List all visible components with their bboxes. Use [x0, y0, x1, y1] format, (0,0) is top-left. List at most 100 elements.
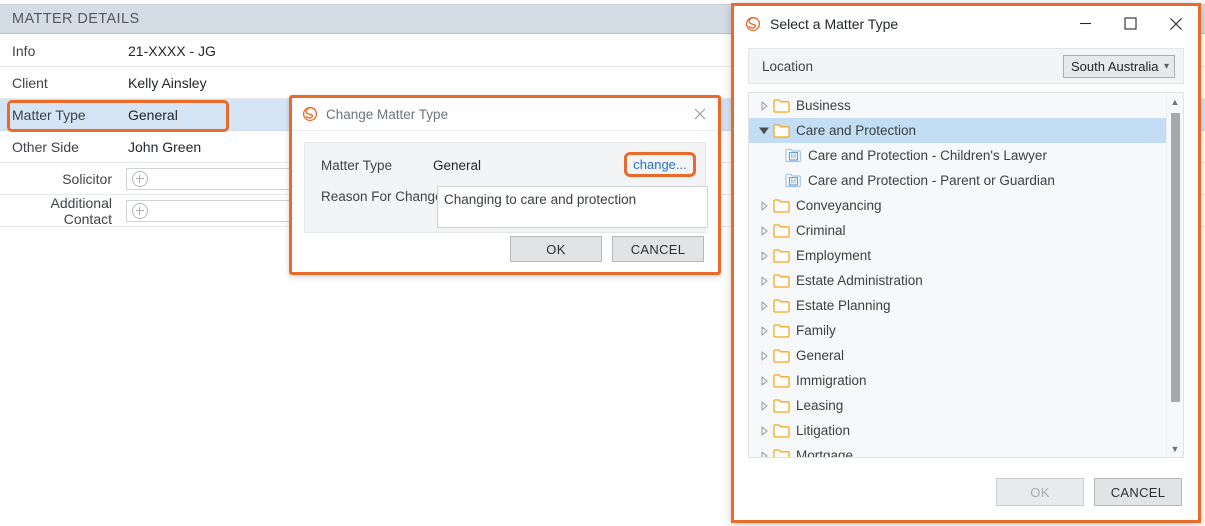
folder-icon [773, 223, 793, 238]
location-select[interactable]: South Australia ▾ [1063, 54, 1175, 78]
tree-item-label: General [796, 348, 845, 363]
tree-item-label: Care and Protection - Parent or Guardian [808, 173, 1055, 188]
folder-icon [773, 298, 793, 313]
tree-item-litigation[interactable]: Litigation [749, 418, 1167, 443]
tree-item-care-and-protection-children-s-lawyer[interactable]: M Care and Protection - Children's Lawyer [749, 143, 1167, 168]
matter-type-label: Matter Type [321, 158, 393, 173]
tree-item-estate-administration[interactable]: Estate Administration [749, 268, 1167, 293]
chevron-right-icon[interactable] [755, 200, 773, 211]
chevron-right-icon[interactable] [755, 250, 773, 261]
page-title: MATTER DETAILS [12, 11, 140, 27]
reason-for-change-label: Reason For Change [321, 189, 443, 204]
dialog-body: Matter Type General change... Reason For… [304, 142, 708, 233]
smokeball-swirl-icon [745, 16, 761, 32]
folder-icon [773, 198, 793, 213]
row-label: Other Side [12, 138, 79, 155]
tree-item-immigration[interactable]: Immigration [749, 368, 1167, 393]
location-selected-value: South Australia [1071, 58, 1159, 74]
chevron-down-icon: ▾ [1163, 60, 1169, 72]
chevron-right-icon[interactable] [755, 375, 773, 386]
chevron-right-icon[interactable] [755, 100, 773, 111]
cancel-button[interactable]: CANCEL [1094, 478, 1182, 506]
tree-item-label: Criminal [796, 223, 846, 238]
reason-for-change-input[interactable]: Changing to care and protection [437, 186, 708, 228]
folder-icon [773, 323, 793, 338]
svg-text:M: M [791, 179, 796, 185]
scroll-up-icon[interactable]: ▲ [1167, 93, 1183, 110]
cancel-button-label: CANCEL [630, 241, 686, 257]
tree-item-label: Estate Planning [796, 298, 891, 313]
tree-scroll-region: Business Care and Protection M Care and Pro… [749, 93, 1167, 457]
matter-type-tree: Business Care and Protection M Care and Pro… [748, 92, 1184, 458]
tree-item-conveyancing[interactable]: Conveyancing [749, 193, 1167, 218]
chevron-right-icon[interactable] [755, 350, 773, 361]
matter-type-icon: M [785, 173, 805, 188]
svg-text:M: M [791, 154, 796, 160]
matter-type-icon: M [785, 148, 805, 163]
row-label: Info [12, 42, 36, 59]
plus-circle-icon[interactable] [132, 170, 148, 187]
chevron-right-icon[interactable] [755, 325, 773, 336]
close-icon[interactable] [1153, 7, 1198, 40]
chevron-right-icon[interactable] [755, 400, 773, 411]
dialog-footer: OK CANCEL [292, 236, 718, 262]
row-label: Client [12, 74, 48, 91]
folder-icon [773, 98, 793, 113]
tree-item-label: Business [796, 98, 851, 113]
close-icon[interactable] [688, 103, 712, 125]
plus-circle-icon[interactable] [132, 202, 148, 219]
maximize-icon[interactable] [1108, 7, 1153, 40]
tree-item-label: Care and Protection - Children's Lawyer [808, 148, 1047, 163]
tree-item-mortgage[interactable]: Mortgage [749, 443, 1167, 457]
tree-item-employment[interactable]: Employment [749, 243, 1167, 268]
tree-item-label: Family [796, 323, 836, 338]
tree-item-label: Leasing [796, 398, 844, 413]
tree-item-label: Estate Administration [796, 273, 923, 288]
tree-item-label: Mortgage [796, 448, 854, 457]
tree-item-care-and-protection-parent-or-guardian[interactable]: M Care and Protection - Parent or Guardia… [749, 168, 1167, 193]
row-value: John Green [128, 138, 202, 155]
folder-icon [773, 273, 793, 288]
ok-button-label: OK [1030, 484, 1050, 500]
tree-item-general[interactable]: General [749, 343, 1167, 368]
select-matter-type-window: Select a Matter Type Location South Aust… [731, 3, 1201, 523]
tree-item-estate-planning[interactable]: Estate Planning [749, 293, 1167, 318]
tree-item-label: Employment [796, 248, 872, 263]
tree-item-family[interactable]: Family [749, 318, 1167, 343]
tree-item-criminal[interactable]: Criminal [749, 218, 1167, 243]
folder-icon [773, 123, 793, 138]
smokeball-swirl-icon [302, 106, 318, 122]
matter-type-value: General [433, 158, 482, 173]
folder-icon [773, 348, 793, 363]
window-title-bar[interactable]: Select a Matter Type [734, 6, 1198, 41]
cancel-button[interactable]: CANCEL [612, 236, 704, 262]
change-button[interactable]: change... [624, 152, 696, 177]
dialog-title: Change Matter Type [326, 106, 449, 122]
row-value: Kelly Ainsley [128, 74, 207, 91]
folder-icon [773, 373, 793, 388]
row-value: 21-XXXX - JG [128, 42, 216, 59]
tree-scrollbar[interactable]: ▲ ▼ [1166, 93, 1183, 457]
dialog-title-bar[interactable]: Change Matter Type [292, 98, 718, 131]
chevron-down-icon[interactable] [755, 126, 773, 135]
chevron-right-icon[interactable] [755, 300, 773, 311]
chevron-right-icon[interactable] [755, 450, 773, 457]
tree-item-leasing[interactable]: Leasing [749, 393, 1167, 418]
chevron-right-icon[interactable] [755, 275, 773, 286]
scrollbar-thumb[interactable] [1171, 113, 1180, 402]
change-button-label: change... [633, 157, 687, 172]
chevron-right-icon[interactable] [755, 225, 773, 236]
scroll-down-icon[interactable]: ▼ [1167, 440, 1183, 457]
tree-item-label: Conveyancing [796, 198, 882, 213]
minimize-icon[interactable] [1063, 7, 1108, 40]
window-footer: OK CANCEL [996, 478, 1182, 506]
ok-button[interactable]: OK [510, 236, 602, 262]
ok-button[interactable]: OK [996, 478, 1084, 506]
location-field-group: Location South Australia ▾ [748, 48, 1184, 84]
tree-item-care-and-protection[interactable]: Care and Protection [749, 118, 1167, 143]
change-matter-type-dialog: Change Matter Type Matter Type General c… [289, 95, 721, 275]
tree-item-label: Litigation [796, 423, 851, 438]
chevron-right-icon[interactable] [755, 425, 773, 436]
tree-item-business[interactable]: Business [749, 93, 1167, 118]
row-label: Additional Contact [50, 194, 113, 227]
